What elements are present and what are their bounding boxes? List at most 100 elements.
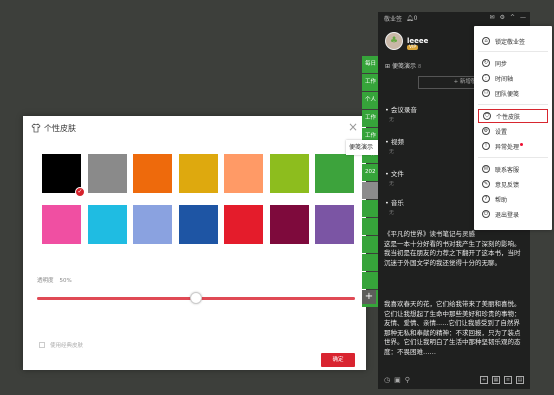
settings-icon[interactable]: ⚙ bbox=[500, 14, 505, 21]
opacity-value: 50% bbox=[59, 278, 72, 284]
menu-item-skin[interactable]: ⛉ 个性皮肤 bbox=[478, 109, 548, 123]
classic-skin-checkbox[interactable]: 使用经典皮肤 bbox=[39, 341, 83, 349]
menu-item-label: 异常处理 bbox=[495, 143, 520, 151]
grid-icon[interactable]: ▦ bbox=[492, 376, 500, 384]
user-name: leeee bbox=[407, 37, 429, 45]
minimize-icon[interactable]: — bbox=[520, 14, 526, 21]
side-tab[interactable] bbox=[362, 218, 378, 235]
list-icon[interactable]: ≡ bbox=[504, 376, 512, 384]
skin-swatch-amber[interactable] bbox=[178, 154, 218, 193]
feedback-icon: ✎ bbox=[482, 180, 490, 188]
notification-dot bbox=[520, 142, 524, 146]
side-tab[interactable] bbox=[362, 182, 378, 199]
opacity-slider[interactable] bbox=[37, 292, 355, 304]
skin-dialog: 个性皮肤 × ✓ 透明度 50% 使用经典皮肤 确定 bbox=[23, 116, 366, 370]
skin-swatch-orange[interactable] bbox=[133, 154, 172, 193]
mail-icon[interactable]: ✉ bbox=[490, 14, 495, 21]
section-title: 音乐 bbox=[390, 199, 404, 207]
search-icon[interactable]: ⚲ bbox=[405, 376, 410, 384]
skin-swatch-pink[interactable] bbox=[42, 205, 81, 244]
skin-swatch-lime[interactable] bbox=[269, 154, 309, 193]
skin-swatch-black[interactable]: ✓ bbox=[42, 154, 85, 197]
skin-icon: ⛉ bbox=[483, 112, 491, 120]
opacity-label-text: 透明度 bbox=[37, 278, 54, 284]
repair-icon: ! bbox=[482, 142, 490, 150]
skin-swatch-gray[interactable] bbox=[87, 154, 127, 193]
menu-item-service[interactable]: ✉ 联系客服 bbox=[478, 162, 548, 176]
bell-icon[interactable]: 🔔︎0 bbox=[406, 15, 417, 22]
menu-item-label: 退出登录 bbox=[495, 211, 520, 219]
notebook-title[interactable]: ⊞ 便笺演示 8 bbox=[385, 61, 421, 70]
skin-swatch-green[interactable] bbox=[315, 154, 354, 193]
menu-item-help[interactable]: ? 帮助 bbox=[478, 192, 548, 206]
section-file[interactable]: • 文件无 bbox=[385, 168, 404, 187]
menu-item-repair[interactable]: ! 异常处理 bbox=[478, 139, 548, 153]
menu-item-label: 锁定敬业签 bbox=[495, 38, 526, 46]
settings-icon: ⚙ bbox=[482, 127, 490, 135]
menu-item-team[interactable]: ⚇ 团队便笺 bbox=[478, 86, 548, 100]
add-tab-button[interactable]: + bbox=[362, 290, 376, 304]
confirm-button[interactable]: 确定 bbox=[321, 353, 355, 367]
section-meeting-audio[interactable]: • 会议录音无 bbox=[385, 104, 417, 123]
side-tab[interactable] bbox=[362, 200, 378, 217]
menu-item-label: 时间轴 bbox=[495, 75, 514, 83]
side-tab[interactable]: 工作 bbox=[362, 110, 378, 127]
notebook-count: 8 bbox=[417, 64, 422, 70]
menu-item-label: 个性皮肤 bbox=[496, 113, 521, 121]
side-tabs: 每日工作个人工作工作工作202工作 bbox=[362, 56, 378, 308]
opacity-label: 透明度 50% bbox=[37, 276, 72, 284]
side-tab[interactable] bbox=[362, 272, 378, 289]
user-row[interactable]: ♣ leeee VIP bbox=[385, 32, 428, 50]
side-tab[interactable]: 每日 bbox=[362, 56, 378, 73]
skin-swatch-salmon[interactable] bbox=[224, 154, 263, 193]
close-icon[interactable]: × bbox=[348, 121, 358, 133]
view-icon[interactable]: ▤ bbox=[516, 376, 524, 384]
section-title: 文件 bbox=[390, 170, 404, 178]
menu-item-sync[interactable]: ↻ 同步 bbox=[478, 56, 548, 70]
skin-swatch-blue[interactable] bbox=[178, 205, 218, 244]
menu-item-logout[interactable]: ⏻ 退出登录 bbox=[478, 207, 548, 221]
clock-icon[interactable]: ◷ bbox=[384, 376, 390, 384]
opacity-slider-thumb[interactable] bbox=[190, 292, 202, 304]
menu-item-settings[interactable]: ⚙ 设置 bbox=[478, 124, 548, 138]
side-tab[interactable]: 202 bbox=[362, 164, 378, 181]
timeline-icon: ⋮ bbox=[482, 74, 490, 82]
menu-item-timeline[interactable]: ⋮ 时间轴 bbox=[478, 71, 548, 85]
section-video[interactable]: • 视频无 bbox=[385, 136, 404, 155]
side-tab[interactable] bbox=[362, 236, 378, 253]
skin-swatch-periwinkle[interactable] bbox=[133, 205, 172, 244]
section-empty: 无 bbox=[389, 181, 395, 187]
skin-swatch-sky[interactable] bbox=[87, 205, 127, 244]
skin-swatch-violet[interactable] bbox=[315, 205, 354, 244]
collapse-icon[interactable]: ^ bbox=[510, 14, 515, 21]
section-music[interactable]: • 音乐无 bbox=[385, 197, 404, 216]
bell-count: 0 bbox=[413, 15, 418, 22]
skin-dialog-title: 个性皮肤 bbox=[44, 123, 76, 133]
skin-swatch-red[interactable] bbox=[224, 205, 263, 244]
app-titlebar: 敬业签 🔔︎0 ✉ ⚙ ^ — bbox=[378, 12, 530, 25]
side-tab[interactable]: 个人 bbox=[362, 92, 378, 109]
menu-item-lock[interactable]: ⌂ 锁定敬业签 bbox=[478, 34, 548, 48]
skin-swatch-maroon[interactable] bbox=[269, 205, 309, 244]
side-tab[interactable] bbox=[362, 254, 378, 271]
menu-item-feedback[interactable]: ✎ 意见反馈 bbox=[478, 177, 548, 191]
avatar[interactable]: ♣ bbox=[385, 32, 403, 50]
calendar-icon[interactable]: ▣ bbox=[394, 376, 401, 384]
add-icon[interactable]: + bbox=[480, 376, 488, 384]
menu-separator bbox=[478, 51, 548, 52]
section-title: 视频 bbox=[390, 138, 404, 146]
note-item[interactable]: 《平凡的世界》读书笔记与灵感 这是一本十分好看的书对我产生了深刻的影响。我当初是… bbox=[384, 230, 524, 268]
check-icon: ✓ bbox=[75, 187, 85, 197]
team-icon: ⚇ bbox=[482, 89, 490, 97]
tshirt-icon bbox=[31, 123, 41, 133]
menu-item-label: 联系客服 bbox=[495, 166, 520, 174]
side-tab-active[interactable]: 便笺演示 bbox=[346, 140, 378, 155]
section-empty: 无 bbox=[389, 149, 395, 155]
note-item[interactable]: 我喜欢春天的花，它们给我带来了美丽和喜悦。它们让我想起了生命中那些美好和珍贵的事… bbox=[384, 300, 524, 368]
section-empty: 无 bbox=[389, 117, 395, 123]
menu-item-label: 设置 bbox=[495, 128, 508, 136]
menu-item-label: 团队便笺 bbox=[495, 90, 520, 98]
side-tab[interactable]: 工作 bbox=[362, 74, 378, 91]
bottom-toolbar: ◷ ▣ ⚲ + ▦ ≡ ▤ bbox=[384, 374, 524, 386]
checkbox-icon bbox=[39, 342, 45, 348]
